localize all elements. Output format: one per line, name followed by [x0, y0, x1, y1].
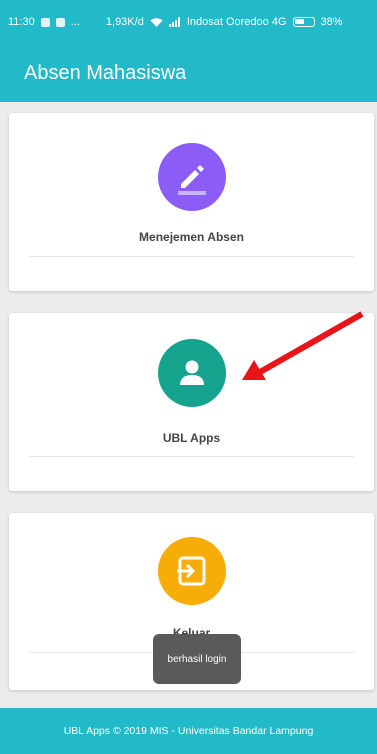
menejemen-absen-button[interactable] [157, 143, 226, 211]
exit-icon [176, 556, 205, 586]
toast-text: berhasil login [167, 653, 227, 665]
status-battery: 38% [320, 16, 343, 28]
status-speed: 1,93K/d [105, 16, 144, 28]
app-title: Absen Mahasiswa [24, 61, 187, 84]
pencil-icon [177, 165, 206, 195]
footer-text: UBL Apps © 2019 MIS - Universitas Bandar… [63, 725, 314, 737]
wifi-icon [150, 17, 163, 27]
notification-icon [40, 17, 50, 27]
app-bar: Absen Mahasiswa [0, 44, 377, 102]
divider [29, 456, 354, 457]
menu-label-menejemen-absen: Menejemen Absen [139, 230, 244, 244]
status-bar: 11:30 ... 1,93K/d Indosat Ooredoo 4G 38% [0, 0, 377, 44]
red-arrow-annotation [242, 311, 364, 380]
battery-icon [292, 17, 315, 27]
status-time: 11:30 [8, 16, 35, 28]
toast: berhasil login [153, 634, 241, 684]
status-dots: ... [70, 16, 80, 28]
person-icon [179, 360, 204, 385]
ubl-apps-button[interactable] [157, 339, 226, 407]
menu-card-menejemen-absen[interactable]: Menejemen Absen [9, 113, 374, 291]
menu-label-ubl-apps: UBL Apps [162, 431, 221, 445]
notification-icon [55, 17, 65, 27]
footer: UBL Apps © 2019 MIS - Universitas Bandar… [0, 708, 377, 754]
divider [29, 256, 354, 257]
status-carrier: Indosat Ooredoo 4G [186, 16, 287, 28]
keluar-button[interactable] [157, 537, 226, 605]
signal-icon [168, 17, 180, 27]
